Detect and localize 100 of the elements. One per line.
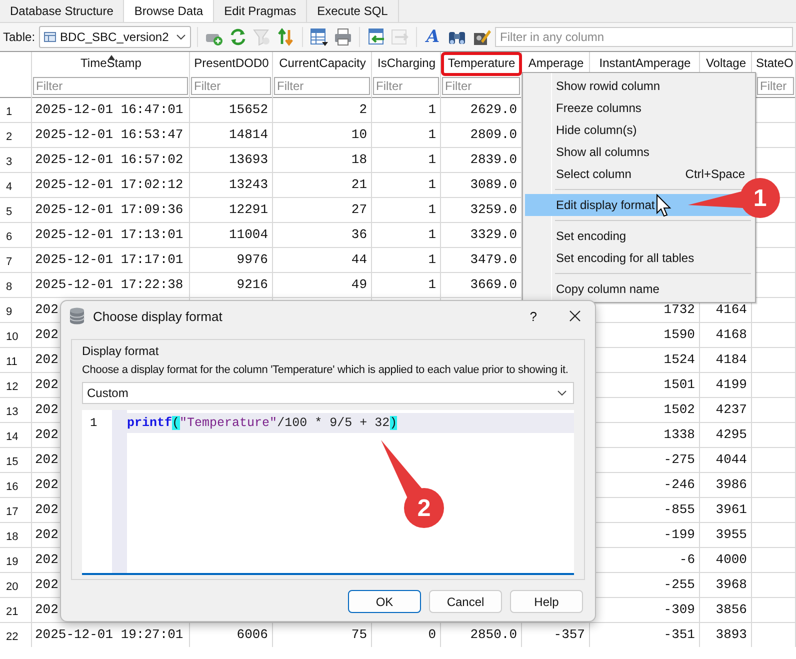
table-cell: 4000	[716, 552, 747, 566]
close-icon[interactable]	[569, 310, 581, 322]
column-header[interactable]: Amperage	[522, 52, 590, 76]
table-cell: -199	[664, 526, 695, 542]
menu-item[interactable]: Copy column name	[523, 278, 755, 300]
table-cell: 3479.0	[470, 252, 517, 266]
column-header[interactable]: Temperature	[441, 52, 522, 76]
table-cell: 1	[428, 152, 436, 166]
chevron-down-icon[interactable]	[557, 390, 567, 396]
dialog-button[interactable]: OK	[348, 590, 421, 613]
dialog-title: Choose display format	[93, 308, 222, 324]
table-cell: 2025-12-01 16:53:47	[35, 126, 184, 142]
column-header[interactable]: Voltage	[700, 52, 752, 76]
row-number: 21	[5, 604, 20, 620]
table-cell: 10	[351, 126, 367, 142]
menu-item[interactable]: Select column Ctrl+Space	[523, 163, 755, 185]
column-header[interactable]: IsCharging	[372, 52, 441, 76]
row-number: 13	[5, 404, 20, 420]
row-number: 4	[5, 180, 14, 194]
table-cell: 202	[35, 326, 58, 342]
arrow-left-icon[interactable]	[366, 27, 386, 47]
table-cell: 6006	[236, 626, 268, 642]
menu-item[interactable]: Show rowid column	[523, 75, 755, 97]
table-cell: 4295	[716, 426, 747, 442]
column-header[interactable]: TimeStamp	[32, 52, 190, 76]
font-button[interactable]: A	[423, 27, 444, 47]
filter-field[interactable]: Filter	[33, 77, 188, 95]
table-cell: 202	[35, 602, 58, 616]
menu-item[interactable]: Freeze columns	[523, 97, 755, 119]
table-cell: 1524	[664, 352, 695, 366]
table-cell: 202	[35, 402, 58, 416]
column-header[interactable]: PresentDOD0	[190, 52, 273, 76]
printer-icon[interactable]	[333, 27, 354, 47]
filter-field[interactable]: Filter	[442, 77, 520, 95]
table-cell: 44	[351, 252, 367, 266]
table-cell: 3856	[716, 602, 747, 616]
table-icon[interactable]	[309, 27, 330, 47]
column-header[interactable]: StateO	[752, 52, 796, 76]
row-number: 17	[5, 504, 20, 520]
filter-field[interactable]: Filter	[373, 77, 439, 95]
table-cell: 3329.0	[470, 226, 517, 242]
table-cell: 1590	[664, 326, 695, 342]
table-select[interactable]: BDC_SBC_version2	[39, 26, 192, 48]
table-cell: -351	[664, 626, 695, 642]
table-cell: 1338	[664, 426, 695, 442]
pencil-icon[interactable]	[471, 27, 492, 47]
table-cell: 2025-12-01 17:22:38	[35, 276, 184, 292]
table-cell: 4237	[716, 402, 747, 416]
dialog-button[interactable]: Cancel	[429, 590, 502, 613]
table-cell: -255	[664, 576, 695, 592]
table-cell: 1	[428, 252, 436, 266]
row-number: 6	[5, 230, 14, 244]
tab[interactable]: Edit Pragmas	[214, 0, 308, 22]
row-number: 18	[5, 530, 20, 544]
format-select[interactable]: Custom	[82, 382, 574, 404]
table-cell: 3669.0	[470, 276, 517, 292]
table-cell: 202	[35, 376, 58, 392]
table-cell: 2629.0	[470, 102, 517, 116]
table-cell: 2025-12-01 17:02:12	[35, 176, 184, 192]
table-cell: 27	[351, 202, 367, 216]
dialog-button[interactable]: Help	[510, 590, 583, 613]
table-cell: 1	[428, 126, 436, 142]
table-cell: 2839.0	[470, 152, 517, 166]
callout-number: 1	[753, 185, 767, 212]
filter-field[interactable]: Filter in any column	[495, 27, 793, 47]
filter-field[interactable]: Filter	[191, 77, 271, 95]
menu-item[interactable]: Show all columns	[523, 141, 755, 163]
callout-number: 2	[417, 495, 431, 522]
tab[interactable]: Browse Data	[124, 0, 214, 22]
table-cell: 2025-12-01 17:17:01	[35, 252, 184, 266]
table-cell: 18	[351, 152, 367, 166]
row-number: 11	[5, 354, 18, 370]
menu-item[interactable]: Hide column(s)	[523, 119, 755, 141]
row-number: 12	[5, 380, 20, 394]
table-cell: 202	[35, 302, 58, 316]
row-number: 16	[5, 480, 20, 494]
row-number: 15	[5, 454, 20, 470]
table-cell: 3986	[716, 476, 747, 492]
filter-field[interactable]: Filter	[274, 77, 370, 95]
menu-item[interactable]: Set encoding	[523, 225, 755, 247]
tab[interactable]: Execute SQL	[307, 0, 399, 22]
column-header[interactable]: CurrentCapacity	[273, 52, 372, 76]
table-cell: 2025-12-01 16:47:01	[35, 102, 184, 116]
table-cell: 3961	[716, 502, 747, 516]
chevron-down-icon[interactable]	[176, 34, 186, 40]
filter-field[interactable]: Filter	[757, 77, 794, 95]
table-label: Table:	[3, 30, 36, 44]
menu-item[interactable]: Set encoding for all tables	[523, 247, 755, 269]
line-number: 1	[89, 415, 98, 432]
table-cell: 2025-12-01 16:57:02	[35, 152, 184, 166]
table-cell: 1	[428, 202, 436, 216]
table-cell: -855	[664, 502, 695, 516]
column-header[interactable]: InstantAmperage	[590, 52, 700, 76]
group-title: Display format	[82, 344, 160, 358]
table-cell: -6	[679, 552, 695, 566]
help-button[interactable]: ?	[530, 308, 537, 324]
row-number: 3	[5, 154, 14, 170]
table-cell: 75	[351, 626, 367, 642]
table-cell: -275	[664, 452, 695, 466]
table-cell: 1732	[664, 302, 695, 316]
